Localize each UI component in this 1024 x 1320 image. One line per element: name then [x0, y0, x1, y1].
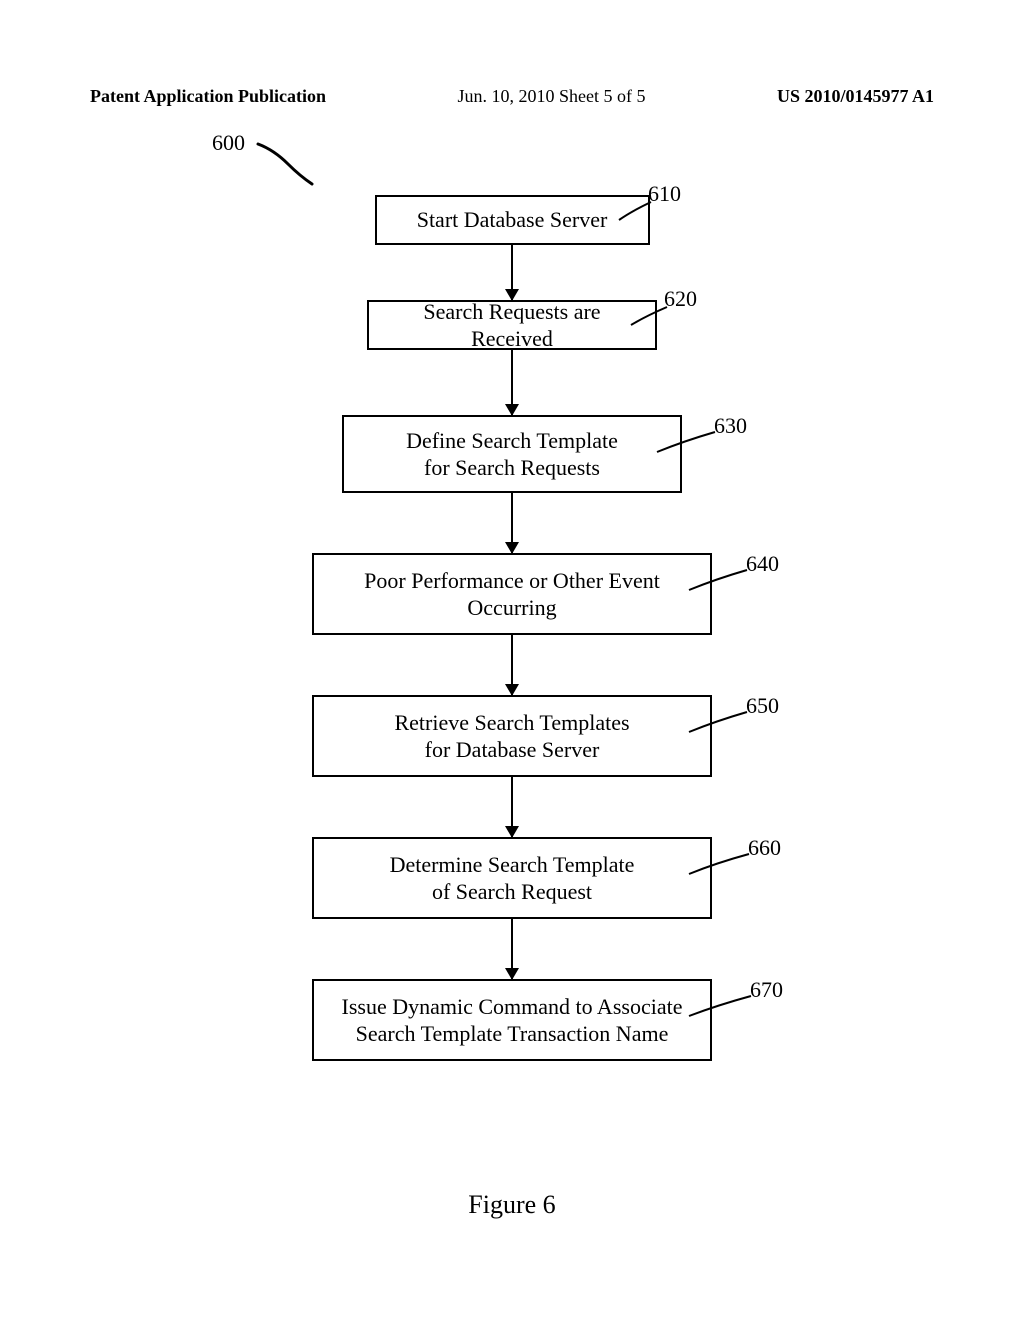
step-text: for Database Server: [425, 736, 600, 764]
flow-arrow: [511, 777, 513, 837]
figure-reference-leader: [256, 142, 316, 187]
page-header: Patent Application Publication Jun. 10, …: [0, 86, 1024, 107]
step-text: Define Search Template: [406, 427, 618, 455]
step-text: of Search Request: [432, 878, 592, 906]
step-text: Search Template Transaction Name: [356, 1020, 669, 1048]
flow-step-670: Issue Dynamic Command to Associate Searc…: [312, 979, 712, 1061]
ref-label-610: 610: [648, 181, 681, 207]
flow-step-660: Determine Search Template of Search Requ…: [312, 837, 712, 919]
flow-arrow: [511, 493, 513, 553]
ref-label-640: 640: [746, 551, 779, 577]
ref-label-650: 650: [746, 693, 779, 719]
flow-step-610: Start Database Server: [375, 195, 650, 245]
flow-row: Retrieve Search Templates for Database S…: [0, 695, 1024, 837]
flow-step-620: Search Requests are Received: [367, 300, 657, 350]
flow-row: Define Search Template for Search Reques…: [0, 415, 1024, 553]
flow-row: Determine Search Template of Search Requ…: [0, 837, 1024, 979]
step-text: Issue Dynamic Command to Associate: [342, 993, 683, 1021]
flow-row: Poor Performance or Other Event Occurrin…: [0, 553, 1024, 695]
flowchart: Start Database Server 610 Search Request…: [0, 195, 1024, 1061]
step-text: Retrieve Search Templates: [394, 709, 629, 737]
step-text: Determine Search Template: [390, 851, 635, 879]
flow-step-650: Retrieve Search Templates for Database S…: [312, 695, 712, 777]
flow-row: Issue Dynamic Command to Associate Searc…: [0, 979, 1024, 1061]
flow-step-640: Poor Performance or Other Event Occurrin…: [312, 553, 712, 635]
flow-arrow: [511, 350, 513, 415]
flow-arrow: [511, 919, 513, 979]
ref-label-670: 670: [750, 977, 783, 1003]
flow-arrow: [511, 245, 513, 300]
step-text: Start Database Server: [417, 206, 608, 234]
flow-step-630: Define Search Template for Search Reques…: [342, 415, 682, 493]
step-text: Search Requests are Received: [383, 298, 641, 353]
step-text: Occurring: [467, 594, 556, 622]
ref-label-660: 660: [748, 835, 781, 861]
figure-reference-number: 600: [212, 130, 245, 156]
ref-label-620: 620: [664, 286, 697, 312]
figure-caption: Figure 6: [0, 1190, 1024, 1220]
step-text: Poor Performance or Other Event: [364, 567, 660, 595]
flow-arrow: [511, 635, 513, 695]
step-text: for Search Requests: [424, 454, 600, 482]
header-right: US 2010/0145977 A1: [777, 86, 934, 107]
header-mid: Jun. 10, 2010 Sheet 5 of 5: [458, 86, 646, 107]
flow-row: Start Database Server 610: [0, 195, 1024, 300]
ref-label-630: 630: [714, 413, 747, 439]
header-left: Patent Application Publication: [90, 86, 326, 107]
flow-row: Search Requests are Received 620: [0, 300, 1024, 415]
